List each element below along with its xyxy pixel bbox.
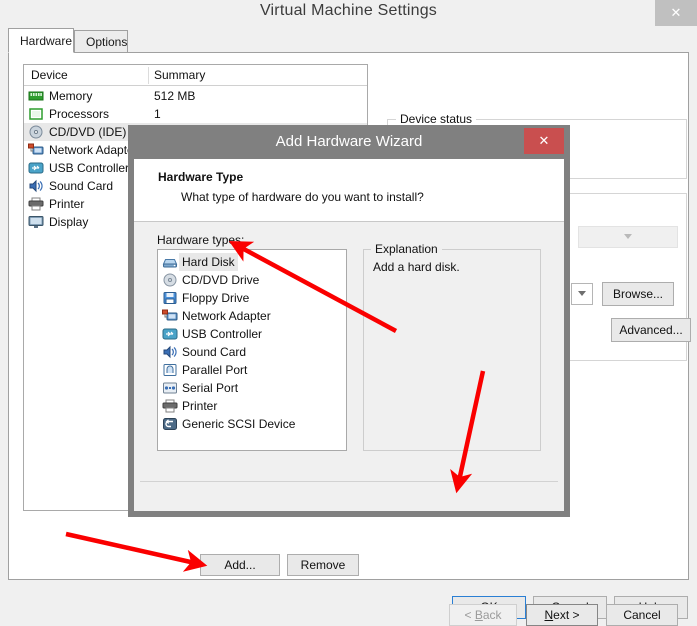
list-item-label: Hard Disk — [179, 253, 238, 271]
browse-button[interactable]: Browse... — [602, 282, 674, 306]
close-icon[interactable]: ✕ — [524, 128, 564, 154]
device-name: Memory — [49, 89, 93, 103]
hardware-types-list[interactable]: Hard Disk CD/DVD Drive Floppy Drive Netw… — [157, 249, 347, 451]
explanation-text: Add a hard disk. — [373, 260, 460, 274]
device-summary: 512 MB — [154, 89, 196, 103]
list-item-label: CD/DVD Drive — [182, 273, 260, 287]
cd-dvd-icon — [28, 125, 44, 139]
page-title: Virtual Machine Settings — [259, 2, 438, 19]
network-adapter-icon — [162, 309, 178, 323]
list-item-label: Serial Port — [182, 381, 239, 395]
network-adapter-icon — [28, 143, 44, 157]
list-item-label: Network Adapter — [182, 309, 271, 323]
device-status-legend: Device status — [396, 112, 477, 126]
sound-card-icon — [28, 179, 44, 193]
tab-strip: Hardware Options — [8, 28, 689, 53]
back-mnemonic: B — [474, 608, 483, 622]
hardware-types-label: Hardware types: — [157, 233, 245, 247]
back-button: < Back — [449, 604, 517, 626]
device-name: Network Adapter — [49, 143, 138, 157]
device-summary: 1 — [154, 107, 161, 121]
list-item[interactable]: Parallel Port — [160, 361, 346, 379]
device-name: Display — [49, 215, 89, 229]
list-item[interactable]: USB Controller — [160, 325, 346, 343]
usb-controller-icon — [28, 161, 44, 175]
explanation-legend: Explanation — [371, 242, 442, 256]
iso-path-dropdown[interactable] — [571, 283, 593, 305]
parallel-port-icon — [162, 363, 178, 377]
device-name: Printer — [49, 197, 85, 211]
table-row[interactable]: Processors 1 — [24, 105, 367, 123]
wizard-header: Hardware Type What type of hardware do y… — [134, 159, 564, 222]
hard-disk-icon — [162, 255, 178, 269]
next-mnemonic: N — [544, 608, 554, 622]
list-item[interactable]: Floppy Drive — [160, 289, 346, 307]
device-name: USB Controller — [49, 161, 130, 175]
serial-port-icon — [162, 381, 178, 395]
printer-icon — [162, 399, 178, 413]
list-item[interactable]: Network Adapter — [160, 307, 346, 325]
list-item[interactable]: Sound Card — [160, 343, 346, 361]
usb-controller-icon — [162, 327, 178, 341]
device-name: Sound Card — [49, 179, 114, 193]
list-item[interactable]: CD/DVD Drive — [160, 271, 346, 289]
printer-icon — [28, 197, 44, 211]
list-item[interactable]: Generic SCSI Device — [160, 415, 346, 433]
add-button[interactable]: Add... — [200, 554, 280, 576]
processor-icon — [28, 107, 44, 121]
device-table-header: Device Summary — [24, 65, 367, 86]
wizard-header-subtitle: What type of hardware do you want to ins… — [181, 190, 424, 204]
wizard-footer-divider — [140, 481, 558, 482]
list-item[interactable]: Printer — [160, 397, 346, 415]
generic-scsi-icon — [162, 417, 178, 431]
window-title-bar: Virtual Machine Settings ✕ — [0, 0, 697, 26]
close-icon[interactable]: ✕ — [655, 0, 697, 26]
memory-icon — [28, 89, 44, 103]
add-hardware-wizard-dialog: Add Hardware Wizard ✕ Hardware Type What… — [128, 125, 678, 626]
list-item-label: Floppy Drive — [182, 291, 250, 305]
advanced-button[interactable]: Advanced... — [611, 318, 691, 342]
column-divider — [148, 67, 149, 84]
tab-options[interactable]: Options — [74, 30, 128, 53]
chevron-down-icon — [578, 291, 586, 296]
sound-card-icon — [162, 345, 178, 359]
list-item-label: Sound Card — [182, 345, 247, 359]
list-item-label: USB Controller — [182, 327, 263, 341]
virtual-machine-settings-window: Virtual Machine Settings ✕ Hardware Opti… — [0, 0, 697, 626]
wizard-body: Hardware Type What type of hardware do y… — [134, 159, 564, 511]
wizard-header-title: Hardware Type — [158, 170, 244, 184]
floppy-drive-icon — [162, 291, 178, 305]
wizard-cancel-button[interactable]: Cancel — [606, 604, 678, 626]
cd-dvd-drive-icon — [162, 273, 178, 287]
remove-button[interactable]: Remove — [287, 554, 359, 576]
device-name: CD/DVD (IDE) — [49, 125, 127, 139]
table-row[interactable]: Memory 512 MB — [24, 87, 367, 105]
list-item-label: Generic SCSI Device — [182, 417, 296, 431]
device-dropdown-disabled[interactable] — [578, 226, 678, 248]
explanation-group: Explanation Add a hard disk. — [363, 242, 541, 451]
list-item[interactable]: Hard Disk — [160, 253, 346, 271]
column-header-summary: Summary — [154, 68, 206, 82]
list-item-label: Printer — [182, 399, 218, 413]
display-icon — [28, 215, 44, 229]
column-header-device: Device — [31, 68, 68, 82]
next-button[interactable]: Next > — [526, 604, 598, 626]
list-item-label: Parallel Port — [182, 363, 248, 377]
wizard-title: Add Hardware Wizard — [275, 133, 423, 150]
list-item[interactable]: Serial Port — [160, 379, 346, 397]
tab-hardware[interactable]: Hardware — [8, 28, 74, 53]
device-name: Processors — [49, 107, 110, 121]
chevron-down-icon — [624, 234, 632, 239]
